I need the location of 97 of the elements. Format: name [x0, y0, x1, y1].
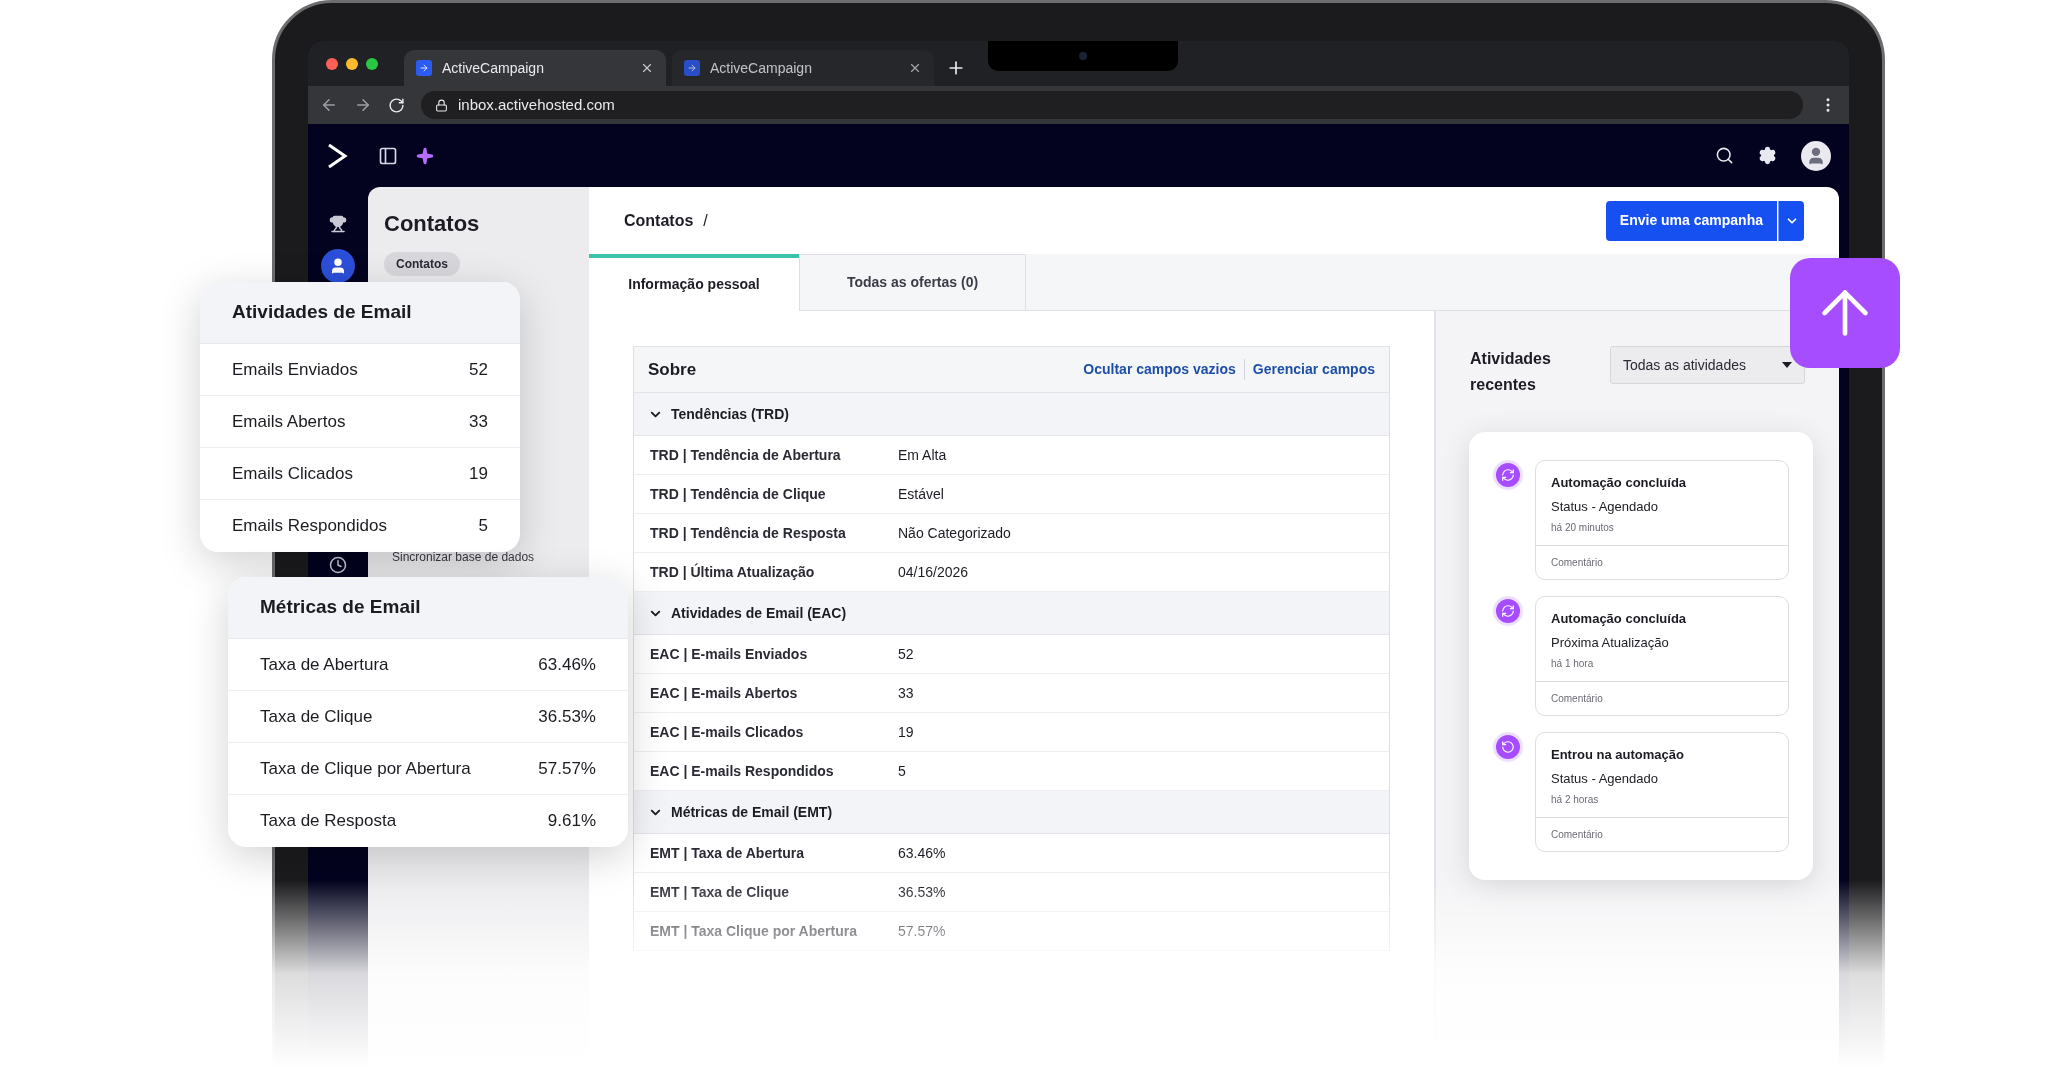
field-label: EAC | E-mails Clicados	[650, 722, 805, 742]
metric-label: Taxa de Resposta	[260, 810, 397, 833]
field-value: Não Categorizado	[898, 523, 1011, 543]
field-label: TRD | Última Atualização	[650, 562, 816, 582]
filter-pill[interactable]: Contatos	[384, 252, 460, 276]
field-label: EMT | Taxa de Abertura	[650, 843, 806, 863]
person-icon[interactable]	[321, 249, 355, 283]
close-icon[interactable]	[640, 61, 654, 75]
back-icon[interactable]	[320, 96, 338, 114]
avatar-icon[interactable]	[1801, 140, 1831, 171]
logo-icon[interactable]	[326, 142, 348, 169]
caret-icon	[1782, 362, 1792, 368]
field-label: EAC | E-mails Abertos	[650, 683, 799, 703]
panel-title: Contatos	[384, 210, 481, 238]
field-value: 57.57%	[898, 921, 946, 941]
send-campaign-button[interactable]: Envie uma campanha	[1605, 200, 1777, 241]
field-value: 36.53%	[898, 882, 946, 902]
activity-time: há 2 horas	[1551, 793, 1600, 807]
card-title: Atividades de Email	[232, 300, 412, 325]
metric-value: 57.57%	[538, 757, 596, 780]
activity-detail: Status - Agendado	[1551, 497, 1659, 516]
breadcrumb-link[interactable]: Contatos	[624, 208, 694, 233]
tab-title: ActiveCampaign	[442, 58, 545, 78]
metric-value: 63.46%	[538, 653, 596, 676]
activity-title: Automação concluída	[1551, 474, 1688, 492]
activity-detail: Próxima Atualização	[1551, 633, 1670, 652]
field-label: TRD | Tendência de Resposta	[650, 523, 847, 543]
metric-label: Emails Respondidos	[232, 515, 387, 538]
nav-item[interactable]: Sincronizar base de dados	[392, 548, 573, 566]
address-field[interactable]: inbox.activehosted.com	[421, 91, 1803, 119]
card-title: Métricas de Email	[260, 595, 421, 620]
forward-icon[interactable]	[354, 96, 372, 114]
panel-toggle-icon[interactable]	[378, 145, 398, 166]
sync-icon	[1493, 460, 1523, 490]
restart-icon	[1493, 732, 1523, 762]
metric-label: Emails Enviados	[232, 358, 358, 381]
field-value: 04/16/2026	[898, 562, 969, 582]
browser-tab[interactable]: ActiveCampaign	[404, 50, 666, 86]
comment-link[interactable]: Comentário	[1536, 818, 1788, 851]
field-label: TRD | Tendência de Clique	[650, 484, 827, 504]
tab[interactable]: Informação pessoal	[589, 254, 799, 311]
metric-value: 9.61%	[547, 810, 596, 833]
metric-value: 33	[469, 410, 488, 433]
activity-title: Entrou na automação	[1551, 746, 1685, 764]
field-value: 33	[898, 683, 914, 703]
reload-icon[interactable]	[388, 96, 405, 114]
field-value: Estável	[898, 484, 944, 504]
field-label: EAC | E-mails Enviados	[650, 644, 809, 664]
metric-value: 19	[469, 462, 488, 485]
browser-tab[interactable]: ActiveCampaign	[672, 50, 934, 86]
link[interactable]: Gerenciar campos	[1243, 359, 1375, 380]
metric-value: 36.53%	[538, 705, 596, 728]
activity-entry[interactable]: Automação concluída Status - Agendado há 20 minutos Comentário	[1535, 460, 1789, 580]
dropdown-button[interactable]	[1778, 200, 1804, 241]
favicon-icon	[684, 60, 700, 76]
metric-label: Taxa de Clique	[260, 705, 373, 728]
search-icon[interactable]	[1715, 146, 1734, 165]
metric-label: Emails Abertos	[232, 410, 346, 433]
field-value: 52	[898, 644, 914, 664]
panel-heading: Atividades recentes	[1470, 349, 1552, 395]
favicon-icon	[416, 60, 432, 76]
settings-icon[interactable]	[1758, 146, 1777, 165]
tab[interactable]: Todas as ofertas (0)	[799, 254, 1026, 310]
section-title: Sobre	[648, 358, 698, 381]
activity-title: Automação concluída	[1551, 610, 1688, 628]
tab-title: ActiveCampaign	[710, 58, 813, 78]
lock-icon	[435, 98, 448, 112]
field-label: EAC | E-mails Respondidos	[650, 761, 835, 781]
link[interactable]: Ocultar campos vazios	[1083, 359, 1236, 380]
field-value: 5	[898, 761, 906, 781]
metric-label: Taxa de Clique por Abertura	[260, 757, 471, 780]
metric-label: Taxa de Abertura	[260, 653, 389, 676]
metric-value: 52	[469, 358, 488, 381]
sparkle-icon[interactable]	[416, 146, 434, 165]
group-header[interactable]: Tendências (TRD)	[634, 393, 1389, 436]
field-value: Em Alta	[898, 445, 947, 465]
clock-icon[interactable]	[328, 555, 348, 575]
comment-link[interactable]: Comentário	[1536, 546, 1788, 579]
activity-entry[interactable]: Entrou na automação Status - Agendado há 2 horas Comentário	[1535, 732, 1789, 852]
field-label: EMT | Taxa Clique por Abertura	[650, 921, 858, 941]
field-label: EMT | Taxa de Clique	[650, 882, 790, 902]
metric-value: 5	[478, 515, 488, 538]
metric-label: Emails Clicados	[232, 462, 353, 485]
close-icon[interactable]	[908, 61, 922, 75]
breadcrumb-separator: /	[703, 210, 708, 231]
activity-filter-dropdown[interactable]: Todas as atividades	[1610, 346, 1805, 384]
field-value: 63.46%	[898, 843, 946, 863]
field-value: 19	[898, 722, 914, 742]
activity-detail: Status - Agendado	[1551, 769, 1659, 788]
activity-time: há 20 minutos	[1551, 521, 1615, 535]
sync-icon	[1493, 596, 1523, 626]
group-header[interactable]: Métricas de Email (EMT)	[634, 791, 1389, 834]
activity-time: há 1 hora	[1551, 657, 1595, 671]
comment-link[interactable]: Comentário	[1536, 682, 1788, 715]
field-label: TRD | Tendência de Abertura	[650, 445, 842, 465]
activity-entry[interactable]: Automação concluída Próxima Atualização há 1 hora Comentário	[1535, 596, 1789, 716]
group-header[interactable]: Atividades de Email (EAC)	[634, 592, 1389, 635]
